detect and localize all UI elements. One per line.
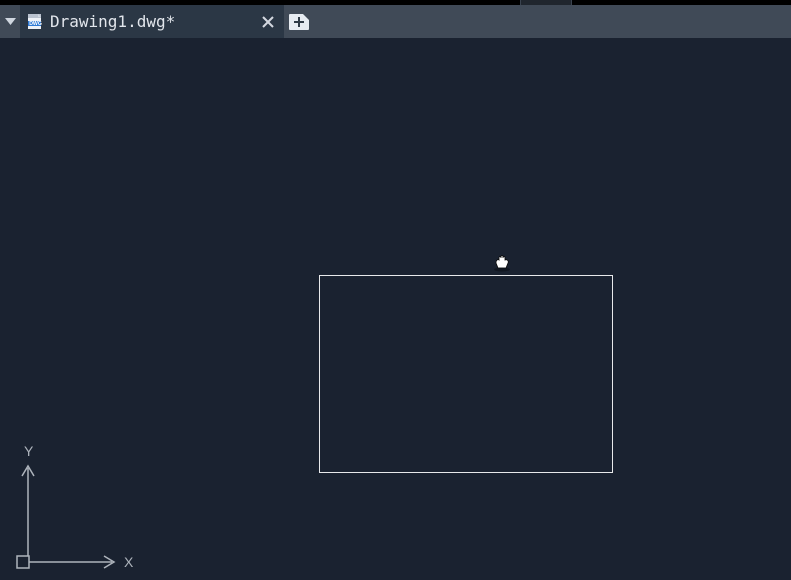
app-root: DWG Drawing1.dwg* — [0, 0, 791, 580]
ucs-y-label: Y — [24, 443, 34, 459]
new-tab-button[interactable] — [284, 5, 314, 38]
chevron-down-icon — [5, 18, 16, 26]
svg-text:DWG: DWG — [29, 21, 42, 27]
close-icon — [262, 16, 274, 28]
tab-title: Drawing1.dwg* — [50, 12, 258, 31]
dwg-file-icon: DWG — [26, 13, 44, 31]
new-tab-plus-icon — [289, 14, 309, 30]
pan-hand-cursor — [492, 254, 514, 272]
document-tabbar: DWG Drawing1.dwg* — [0, 5, 791, 38]
tab-active[interactable]: DWG Drawing1.dwg* — [20, 5, 284, 38]
ucs-x-label: X — [124, 554, 134, 570]
drawing-canvas[interactable]: Y X — [0, 38, 791, 580]
tabbar-dropdown-button[interactable] — [0, 5, 20, 38]
ucs-axis-indicator: Y X — [10, 436, 150, 576]
rectangle-shape[interactable] — [319, 275, 613, 473]
tab-close-button[interactable] — [258, 16, 278, 28]
